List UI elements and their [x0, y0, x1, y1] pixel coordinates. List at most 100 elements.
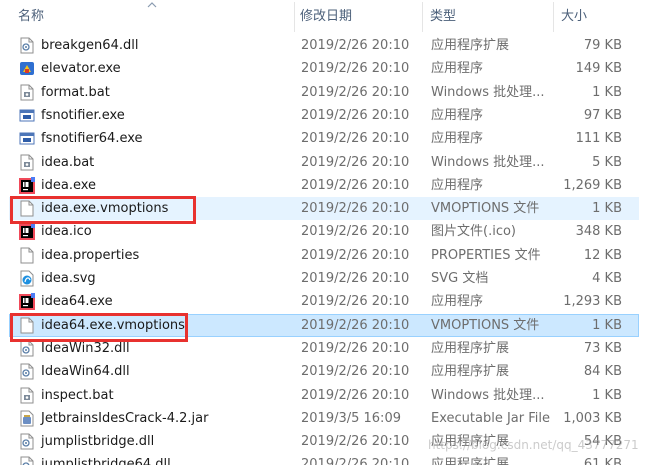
column-size-header[interactable]: 大小 [557, 0, 637, 34]
file-size: 111 KB [575, 131, 622, 147]
file-name: inspect.bat [41, 387, 114, 403]
exe-window-icon [19, 107, 35, 124]
file-name: idea.exe [41, 177, 97, 193]
file-size: 1 KB [592, 201, 622, 217]
file-type: Windows 批处理... [431, 154, 545, 170]
file-row[interactable]: IdeaWin32.dll 2019/2/26 20:10 应用程序扩展 73 KB [0, 337, 640, 360]
file-type: 应用程序 [431, 61, 484, 77]
file-size: 61 KB [583, 457, 622, 465]
file-modified-date: 2019/2/26 20:10 [301, 38, 410, 53]
file-name: jumplistbridge.dll [41, 434, 155, 450]
column-type-header[interactable]: 类型 [426, 0, 552, 34]
file-modified-date: 2019/2/26 20:10 [301, 340, 410, 356]
file-row[interactable]: idea.ico 2019/2/26 20:10 图片文件(.ico) 348 KB [0, 220, 640, 243]
file-type: 应用程序 [431, 177, 484, 193]
intellij-icon [19, 223, 35, 241]
file-type: Windows 批处理... [431, 387, 545, 403]
file-row[interactable]: fsnotifier64.exe 2019/2/26 20:10 应用程序 111 K… [0, 127, 640, 150]
file-row[interactable]: idea64.exe.vmoptions 2019/2/26 20:10 VMOPT… [0, 313, 640, 337]
column-date-header[interactable]: 修改日期 [296, 0, 422, 34]
file-row[interactable]: breakgen64.dll 2019/2/26 20:10 应用程序扩展 79 KB [0, 34, 640, 57]
file-type: VMOPTIONS 文件 [431, 317, 540, 333]
file-size: 1,269 KB [563, 177, 622, 193]
file-size: 5 KB [592, 154, 622, 170]
file-row[interactable]: idea64.exe 2019/2/26 20:10 应用程序 1,293 KB [0, 290, 640, 313]
file-row[interactable]: idea.svg 2019/2/26 20:10 SVG 文档 4 KB [0, 267, 640, 290]
bat-icon [19, 84, 35, 101]
file-modified-date: 2019/2/26 20:10 [301, 364, 410, 380]
file-type: 应用程序扩展 [431, 457, 510, 465]
file-type: 应用程序 [431, 131, 484, 147]
file-name: idea.bat [41, 154, 95, 170]
file-size: 1 KB [592, 317, 622, 333]
file-row[interactable]: IdeaWin64.dll 2019/2/26 20:10 应用程序扩展 84 KB [0, 360, 640, 383]
file-size: 97 KB [583, 107, 622, 123]
file-size: 12 KB [583, 247, 622, 263]
column-divider[interactable] [294, 2, 295, 32]
file-size: 1,003 KB [563, 410, 622, 426]
column-divider[interactable] [422, 2, 423, 32]
file-name: idea.properties [41, 247, 140, 263]
file-row[interactable]: jumplistbridge64.dll 2019/2/26 20:10 应用程序扩… [0, 453, 640, 465]
file-row[interactable]: elevator.exe 2019/2/26 20:10 应用程序 149 KB [0, 57, 640, 80]
file-modified-date: 2019/2/26 20:10 [301, 247, 410, 263]
file-row[interactable]: fsnotifier.exe 2019/2/26 20:10 应用程序 97 KB [0, 104, 640, 127]
exe-window-icon [19, 130, 35, 147]
file-row[interactable]: idea.exe.vmoptions 2019/2/26 20:10 VMOPTIO… [0, 197, 640, 221]
file-row[interactable]: idea.bat 2019/2/26 20:10 Windows 批处理... 5 K… [0, 151, 640, 174]
file-name: IdeaWin32.dll [41, 340, 130, 356]
file-modified-date: 2019/2/26 20:10 [301, 294, 410, 310]
file-type: PROPERTIES 文件 [431, 247, 541, 263]
file-row[interactable]: idea.exe 2019/2/26 20:10 应用程序 1,269 KB [0, 174, 640, 197]
jar-icon [19, 410, 35, 427]
file-modified-date: 2019/3/5 16:09 [301, 410, 401, 426]
file-row[interactable]: JetbrainsIdesCrack-4.2.jar 2019/3/5 16:09… [0, 407, 640, 430]
file-type: Executable Jar File [431, 410, 550, 426]
file-modified-date: 2019/2/26 20:10 [301, 201, 410, 217]
dll-icon [19, 37, 35, 54]
dll-icon [19, 363, 35, 380]
blank-file-icon [19, 200, 35, 217]
file-row[interactable]: inspect.bat 2019/2/26 20:10 Windows 批处理...… [0, 384, 640, 407]
file-type: VMOPTIONS 文件 [431, 201, 540, 217]
file-modified-date: 2019/2/26 20:10 [301, 177, 410, 193]
file-type: 应用程序扩展 [431, 364, 510, 380]
file-modified-date: 2019/2/26 20:10 [301, 457, 410, 465]
bat-icon [19, 154, 35, 171]
file-modified-date: 2019/2/26 20:10 [301, 154, 410, 170]
file-row[interactable]: idea.properties 2019/2/26 20:10 PROPERTIES… [0, 244, 640, 267]
file-type: SVG 文档 [431, 271, 489, 286]
file-type: 应用程序扩展 [431, 340, 510, 356]
file-name: idea.exe.vmoptions [41, 201, 169, 217]
file-modified-date: 2019/2/26 20:10 [301, 107, 410, 123]
file-name: idea.svg [41, 271, 96, 286]
file-type: Windows 批处理... [431, 84, 545, 100]
file-size: 4 KB [592, 271, 622, 286]
file-modified-date: 2019/2/26 20:10 [301, 84, 410, 100]
file-modified-date: 2019/2/26 20:10 [301, 317, 410, 333]
column-header: 名称 修改日期 类型 大小 [0, 0, 650, 34]
file-name: idea.ico [41, 224, 92, 240]
file-name: JetbrainsIdesCrack-4.2.jar [41, 410, 209, 426]
file-name: fsnotifier.exe [41, 107, 125, 123]
file-modified-date: 2019/2/26 20:10 [301, 434, 410, 450]
blank-file-icon [19, 317, 35, 334]
column-divider[interactable] [553, 2, 554, 32]
file-size: 149 KB [575, 61, 622, 77]
watermark: https://blog.csdn.net/qq_43777271 [428, 438, 639, 452]
file-name: IdeaWin64.dll [41, 364, 130, 380]
file-size: 1 KB [592, 84, 622, 100]
file-size: 84 KB [583, 364, 622, 380]
file-size: 73 KB [583, 340, 622, 356]
file-modified-date: 2019/2/26 20:10 [301, 387, 410, 403]
file-type: 应用程序 [431, 294, 484, 310]
file-name: idea64.exe.vmoptions [41, 317, 185, 333]
file-row[interactable]: format.bat 2019/2/26 20:10 Windows 批处理... 1… [0, 81, 640, 104]
file-size: 79 KB [583, 38, 622, 53]
dll-icon [19, 340, 35, 357]
column-name-header[interactable]: 名称 [14, 0, 294, 34]
file-size: 1,293 KB [563, 294, 622, 310]
dll-icon [19, 433, 35, 450]
file-modified-date: 2019/2/26 20:10 [301, 224, 410, 240]
file-type: 应用程序 [431, 107, 484, 123]
